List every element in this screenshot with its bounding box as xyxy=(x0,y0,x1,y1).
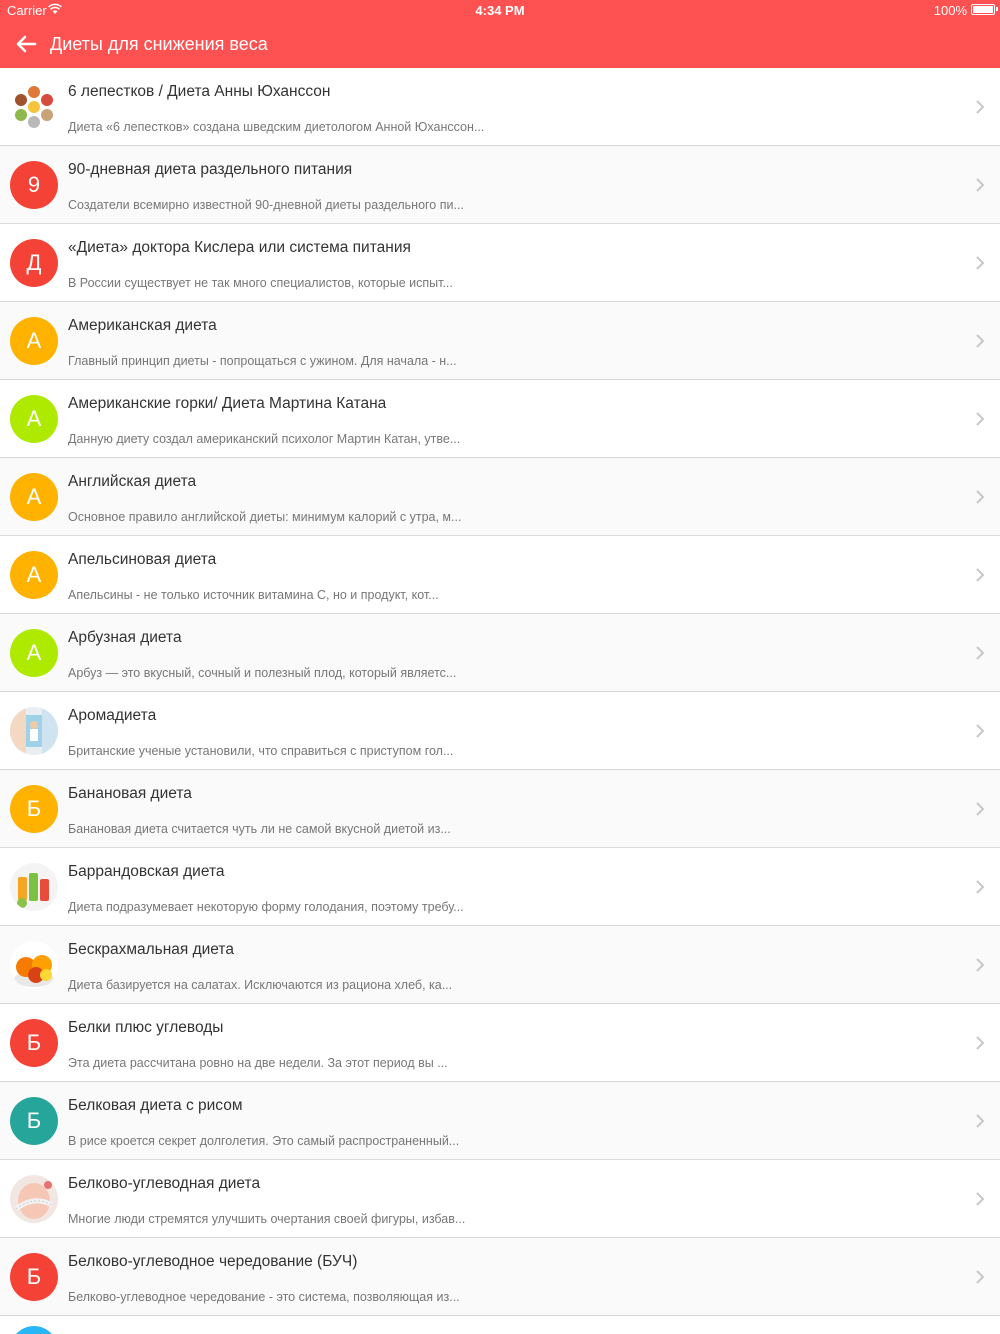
letter-avatar: А xyxy=(10,395,58,443)
chevron-right-icon xyxy=(976,178,985,192)
list-item[interactable]: Б Белковая диета с рисом В рисе кроется се… xyxy=(0,1082,1000,1160)
chevron-right-icon xyxy=(976,1036,985,1050)
diet-thumbnail xyxy=(10,863,58,911)
list-item[interactable]: Б Банановая диета Банановая диета считаетс… xyxy=(0,770,1000,848)
item-subtitle: Апельсины - не только источник витамина … xyxy=(68,588,439,602)
diet-thumbnail xyxy=(10,941,58,989)
chevron-right-icon xyxy=(976,958,985,972)
item-title: Арбузная диета xyxy=(68,629,182,646)
chevron-right-icon xyxy=(976,1192,985,1206)
item-subtitle: Диета базируется на салатах. Исключаются… xyxy=(68,978,453,992)
item-title: «Диета» доктора Кислера или система пита… xyxy=(68,239,411,256)
letter-avatar: А xyxy=(10,629,58,677)
arrow-left-icon xyxy=(16,35,37,53)
item-title: Американская диета xyxy=(68,317,217,334)
back-button[interactable] xyxy=(10,28,42,60)
chevron-right-icon xyxy=(976,256,985,270)
status-bar: Carrier 4:34 PM 100% xyxy=(0,0,1000,20)
item-title: Белково-углеводное чередование (БУЧ) xyxy=(68,1253,358,1270)
item-subtitle: Создатели всемирно известной 90-дневной … xyxy=(68,198,464,212)
letter-avatar: Б xyxy=(10,1019,58,1067)
item-title: Банановая диета xyxy=(68,785,192,802)
chevron-right-icon xyxy=(976,646,985,660)
chevron-right-icon xyxy=(976,568,985,582)
list-item[interactable]: А Апельсиновая диета Апельсины - не только… xyxy=(0,536,1000,614)
item-title: Баррандовская диета xyxy=(68,863,225,880)
item-subtitle: Многие люди стремятся улучшить очертания… xyxy=(68,1212,466,1226)
chevron-right-icon xyxy=(976,1114,985,1128)
item-subtitle: Эта диета рассчитана ровно на две недели… xyxy=(68,1056,448,1070)
battery-tip xyxy=(996,7,998,11)
letter-avatar xyxy=(10,1326,58,1334)
item-subtitle: В рисе кроется секрет долголетия. Это са… xyxy=(68,1134,460,1148)
item-subtitle: Банановая диета считается чуть ли не сам… xyxy=(68,822,451,836)
chevron-right-icon xyxy=(976,334,985,348)
list-item[interactable]: 6 лепестков / Диета Анны Юханссон Диета «… xyxy=(0,68,1000,146)
letter-avatar: Б xyxy=(10,1097,58,1145)
chevron-right-icon xyxy=(976,802,985,816)
status-battery-percent: 100% xyxy=(933,3,967,18)
diet-thumbnail xyxy=(10,83,58,131)
list-item[interactable]: Белково-углеводная диета Многие люди стре… xyxy=(0,1160,1000,1238)
chevron-right-icon xyxy=(976,100,985,114)
list-item[interactable]: Баррандовская диета Диета подразумевает н… xyxy=(0,848,1000,926)
chevron-right-icon xyxy=(976,1270,985,1284)
chevron-right-icon xyxy=(976,724,985,738)
list-item[interactable]: А Арбузная диета Арбуз — это вкусный, сочн… xyxy=(0,614,1000,692)
item-subtitle: Диета подразумевает некоторую форму голо… xyxy=(68,900,464,914)
item-subtitle: Диета «6 лепестков» создана шведским дие… xyxy=(68,120,485,134)
list-item[interactable]: Бескрахмальная диета Диета базируется на … xyxy=(0,926,1000,1004)
battery-icon xyxy=(971,4,995,15)
item-title: Американские горки/ Диета Мартина Катана xyxy=(68,395,387,412)
letter-avatar: Д xyxy=(10,239,58,287)
item-subtitle: Главный принцип диеты - попрощаться с уж… xyxy=(68,354,457,368)
item-title: 90-дневная диета раздельного питания xyxy=(68,161,353,178)
item-title: Бескрахмальная диета xyxy=(68,941,234,958)
letter-avatar: А xyxy=(10,473,58,521)
letter-avatar: Б xyxy=(10,1253,58,1301)
diet-thumbnail xyxy=(10,707,58,755)
list-item[interactable] xyxy=(0,1316,1000,1334)
letter-avatar: 9 xyxy=(10,161,58,209)
list-item[interactable]: А Американские горки/ Диета Мартина Катан… xyxy=(0,380,1000,458)
page-title: Диеты для снижения веса xyxy=(50,34,268,54)
item-title: Английская диета xyxy=(68,473,197,490)
diet-thumbnail xyxy=(10,1175,58,1223)
list-item[interactable]: Б Белки плюс углеводы Эта диета рассчитана… xyxy=(0,1004,1000,1082)
list-item[interactable]: 9 90-дневная диета раздельного питания Соз… xyxy=(0,146,1000,224)
list-item[interactable]: Д «Диета» доктора Кислера или система пит… xyxy=(0,224,1000,302)
list-item[interactable]: Аромадиета Британские ученые установили, … xyxy=(0,692,1000,770)
letter-avatar: А xyxy=(10,317,58,365)
letter-avatar: А xyxy=(10,551,58,599)
item-subtitle: Арбуз — это вкусный, сочный и полезный п… xyxy=(68,666,457,680)
item-title: 6 лепестков / Диета Анны Юханссон xyxy=(68,83,331,100)
nav-bar: Диеты для снижения веса xyxy=(0,20,1000,68)
item-subtitle: Основное правило английской диеты: миним… xyxy=(68,510,462,524)
diet-list[interactable]: 6 лепестков / Диета Анны Юханссон Диета «… xyxy=(0,68,1000,1334)
letter-avatar: Б xyxy=(10,785,58,833)
list-item[interactable]: А Английская диета Основное правило англий… xyxy=(0,458,1000,536)
chevron-right-icon xyxy=(976,490,985,504)
list-item[interactable]: А Американская диета Главный принцип диеты… xyxy=(0,302,1000,380)
item-subtitle: Данную диету создал американский психоло… xyxy=(68,432,461,446)
item-subtitle: В России существует не так много специал… xyxy=(68,276,453,290)
item-title: Белковая диета с рисом xyxy=(68,1097,243,1114)
status-time: 4:34 PM xyxy=(475,3,525,18)
chevron-right-icon xyxy=(976,412,985,426)
chevron-right-icon xyxy=(976,880,985,894)
item-title: Белки плюс углеводы xyxy=(68,1019,224,1036)
item-title: Апельсиновая диета xyxy=(68,551,217,568)
item-subtitle: Белково-углеводное чередование - это сис… xyxy=(68,1290,460,1304)
item-title: Аромадиета xyxy=(68,707,157,724)
item-subtitle: Британские ученые установили, что справи… xyxy=(68,744,454,758)
item-title: Белково-углеводная диета xyxy=(68,1175,261,1192)
list-item[interactable]: Б Белково-углеводное чередование (БУЧ) Бел… xyxy=(0,1238,1000,1316)
app-header: Carrier 4:34 PM 100% Диеты для снижения … xyxy=(0,0,1000,68)
